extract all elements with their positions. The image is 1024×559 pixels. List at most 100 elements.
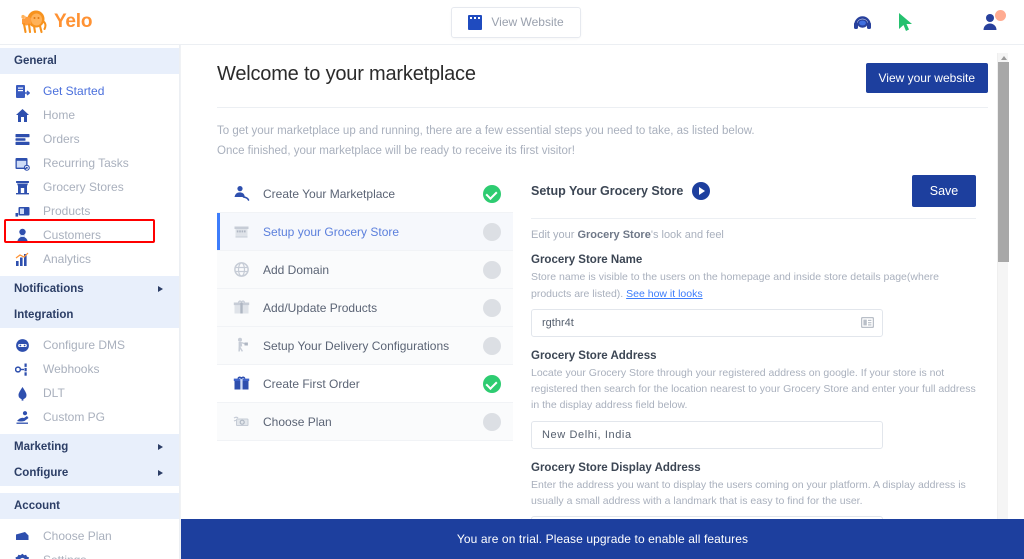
form-title: Setup Your Grocery Store	[531, 184, 683, 198]
field-help: Store name is visible to the users on th…	[531, 266, 976, 302]
step-create-first-order[interactable]: Create First Order	[217, 365, 513, 403]
sidebar-section-notifications[interactable]: Notifications	[0, 276, 179, 302]
field-label: Grocery Store Name	[531, 254, 976, 266]
sidebar-section-integration[interactable]: Integration	[0, 302, 179, 328]
cursor-arrow-icon[interactable]	[895, 12, 916, 33]
chevron-right-icon	[158, 444, 163, 450]
field-help-text: Store name is visible to the users on th…	[531, 271, 939, 299]
card-details-icon[interactable]	[857, 313, 877, 333]
sidebar-item-label: Recurring Tasks	[43, 156, 129, 170]
sidebar-item-settings[interactable]: Settings	[0, 548, 179, 559]
step-setup-delivery-configurations[interactable]: Setup Your Delivery Configurations	[217, 327, 513, 365]
sidebar-section-configure[interactable]: Configure	[0, 460, 179, 486]
sidebar: General Get Started Home	[0, 45, 180, 559]
form-subtitle-bold: Grocery Store	[577, 229, 650, 241]
intro-text: To get your marketplace up and running, …	[217, 108, 988, 161]
step-create-your-marketplace[interactable]: Create Your Marketplace	[217, 175, 513, 213]
settings-gear-icon	[14, 553, 31, 559]
scrollbar-thumb[interactable]	[998, 62, 1009, 262]
field-grocery-store-display-address: Grocery Store Display Address Enter the …	[531, 449, 976, 519]
apps-grid-icon[interactable]	[938, 12, 959, 33]
top-bar-center: View Website	[180, 7, 852, 38]
configure-dms-icon	[14, 338, 31, 353]
user-avatar-icon[interactable]	[981, 12, 1002, 33]
chevron-right-icon	[158, 470, 163, 476]
sidebar-item-label: Products	[43, 204, 90, 218]
form-subtitle-suffix: 's look and feel	[651, 229, 724, 241]
sidebar-item-get-started[interactable]: Get Started	[0, 79, 179, 103]
step-add-domain[interactable]: Add Domain	[217, 251, 513, 289]
choose-plan-icon	[14, 529, 31, 544]
sidebar-item-grocery-stores[interactable]: Grocery Stores	[0, 175, 179, 199]
sidebar-group-account: Choose Plan Settings	[0, 519, 179, 559]
step-status-pending	[483, 261, 501, 279]
sidebar-section-account[interactable]: Account	[0, 493, 179, 519]
sidebar-item-analytics[interactable]: Analytics	[0, 247, 179, 271]
sidebar-item-home[interactable]: Home	[0, 103, 179, 127]
products-icon	[14, 204, 31, 219]
see-how-it-looks-link[interactable]: See how it looks	[626, 288, 702, 300]
chevron-right-icon	[158, 286, 163, 292]
sidebar-item-label: Custom PG	[43, 410, 105, 424]
sidebar-item-orders[interactable]: Orders	[0, 127, 179, 151]
grocery-store-name-input[interactable]	[531, 309, 883, 337]
sidebar-item-webhooks[interactable]: Webhooks	[0, 357, 179, 381]
sidebar-item-label: Get Started	[43, 84, 104, 98]
step-label: Setup your Grocery Store	[263, 225, 471, 239]
step-label: Choose Plan	[263, 415, 471, 429]
sidebar-item-label: Orders	[43, 132, 80, 146]
field-label: Grocery Store Display Address	[531, 462, 976, 474]
sidebar-item-label: Configure DMS	[43, 338, 125, 352]
step-label: Add Domain	[263, 263, 471, 277]
support-headset-icon[interactable]	[852, 12, 873, 33]
form-subtitle-prefix: Edit your	[531, 229, 577, 241]
sidebar-item-label: Customers	[43, 228, 101, 242]
sidebar-item-products[interactable]: Products	[0, 199, 179, 223]
step-choose-plan[interactable]: Choose Plan	[217, 403, 513, 441]
brand-logo[interactable]: Yelo	[0, 9, 180, 35]
sidebar-section-label: Configure	[14, 467, 68, 479]
sidebar-item-customers[interactable]: Customers	[0, 223, 179, 247]
custom-pg-icon	[14, 410, 31, 425]
grocery-stores-icon	[14, 180, 31, 195]
field-help: Enter the address you want to display th…	[531, 474, 976, 510]
sidebar-item-dlt[interactable]: DLT	[0, 381, 179, 405]
step-add-update-products[interactable]: Add/Update Products	[217, 289, 513, 327]
content-scrollbar[interactable]	[997, 53, 1008, 519]
page-header: Welcome to your marketplace View your we…	[181, 45, 1024, 161]
sidebar-item-configure-dms[interactable]: Configure DMS	[0, 333, 179, 357]
step-status-pending	[483, 223, 501, 241]
step-status-pending	[483, 337, 501, 355]
view-website-label: View Website	[491, 15, 563, 29]
webhooks-icon	[14, 362, 31, 377]
step-status-pending	[483, 299, 501, 317]
intro-line-1: To get your marketplace up and running, …	[217, 121, 988, 141]
sidebar-item-label: Home	[43, 108, 75, 122]
grocery-store-address-input[interactable]	[531, 421, 883, 449]
get-started-icon	[14, 84, 31, 99]
sidebar-item-custom-pg[interactable]: Custom PG	[0, 405, 179, 429]
notification-dot	[995, 10, 1006, 21]
page-title: Welcome to your marketplace	[217, 63, 476, 86]
grocery-store-form: Setup Your Grocery Store Save Edit your …	[531, 175, 1004, 519]
top-bar-actions	[852, 12, 1024, 33]
step-label: Create Your Marketplace	[263, 187, 471, 201]
view-your-website-button[interactable]: View your website	[866, 63, 989, 93]
save-button[interactable]: Save	[912, 175, 976, 207]
sidebar-section-label: Notifications	[14, 283, 84, 295]
sidebar-spacer	[0, 486, 179, 493]
window-preview-icon	[468, 15, 482, 30]
sidebar-item-label: Settings	[43, 553, 86, 559]
view-website-button[interactable]: View Website	[451, 7, 580, 38]
sidebar-item-choose-plan[interactable]: Choose Plan	[0, 524, 179, 548]
sidebar-item-label: Analytics	[43, 252, 91, 266]
sidebar-section-general[interactable]: General	[0, 48, 179, 74]
form-header: Setup Your Grocery Store Save	[531, 175, 976, 207]
sidebar-section-marketing[interactable]: Marketing	[0, 434, 179, 460]
sidebar-section-label: Account	[14, 500, 60, 512]
step-setup-your-grocery-store[interactable]: Setup your Grocery Store	[217, 213, 513, 251]
sidebar-item-recurring-tasks[interactable]: Recurring Tasks	[0, 151, 179, 175]
play-video-icon[interactable]	[692, 182, 710, 200]
scroll-up-arrow-icon[interactable]	[998, 53, 1009, 62]
store-front-icon	[231, 223, 251, 240]
